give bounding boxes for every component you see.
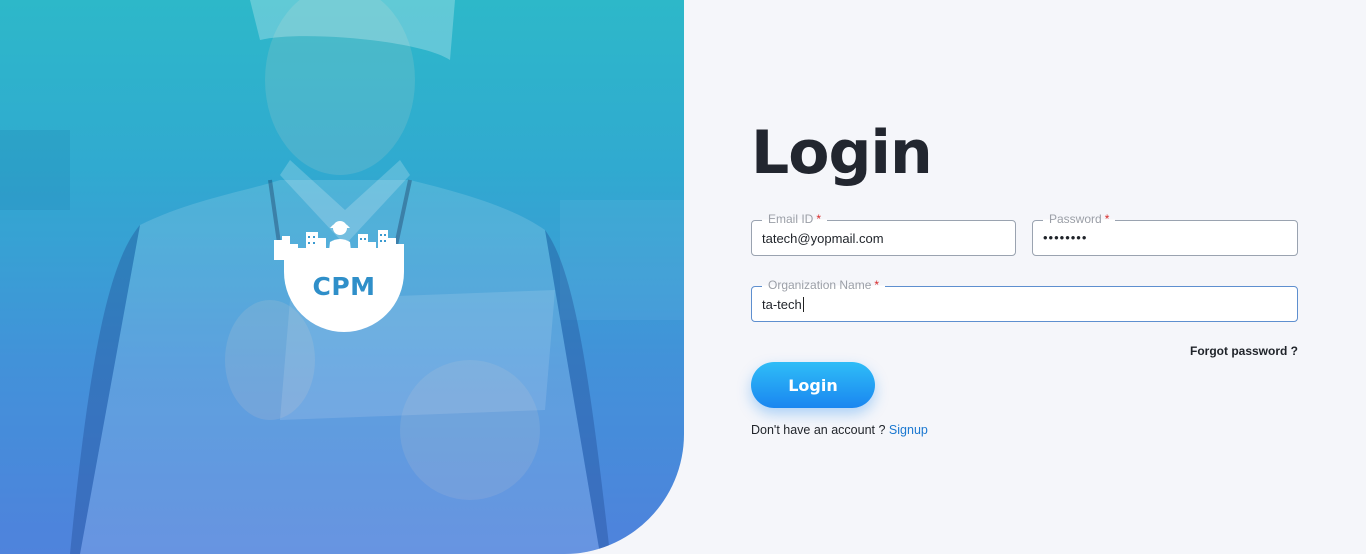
text-caret	[802, 297, 804, 312]
signup-prompt: Don't have an account ? Signup	[751, 423, 928, 437]
email-field[interactable]: Email ID * tatech@yopmail.com	[751, 212, 1016, 256]
organization-value: ta-tech	[762, 297, 804, 312]
login-page: CPM Login Email ID * tatech@yopmail.com P…	[0, 0, 1366, 554]
required-mark: *	[1104, 212, 1110, 226]
page-title: Login	[751, 118, 933, 188]
forgot-password-link[interactable]: Forgot password ?	[1190, 344, 1298, 358]
cpm-logo: CPM	[268, 214, 412, 336]
email-value: tatech@yopmail.com	[762, 231, 884, 246]
organization-field[interactable]: Organization Name * ta-tech	[751, 278, 1298, 322]
password-value: ••••••••	[1043, 230, 1088, 245]
email-label: Email ID *	[762, 212, 828, 226]
required-mark: *	[874, 278, 880, 292]
password-field[interactable]: Password * ••••••••	[1032, 212, 1298, 256]
signup-prompt-text: Don't have an account ?	[751, 423, 886, 437]
required-mark: *	[816, 212, 822, 226]
login-button[interactable]: Login	[751, 362, 875, 408]
organization-label: Organization Name *	[762, 278, 886, 292]
signup-link[interactable]: Signup	[889, 423, 928, 437]
logo-text: CPM	[312, 272, 376, 301]
hero-panel: CPM	[0, 0, 684, 554]
password-label: Password *	[1043, 212, 1116, 226]
